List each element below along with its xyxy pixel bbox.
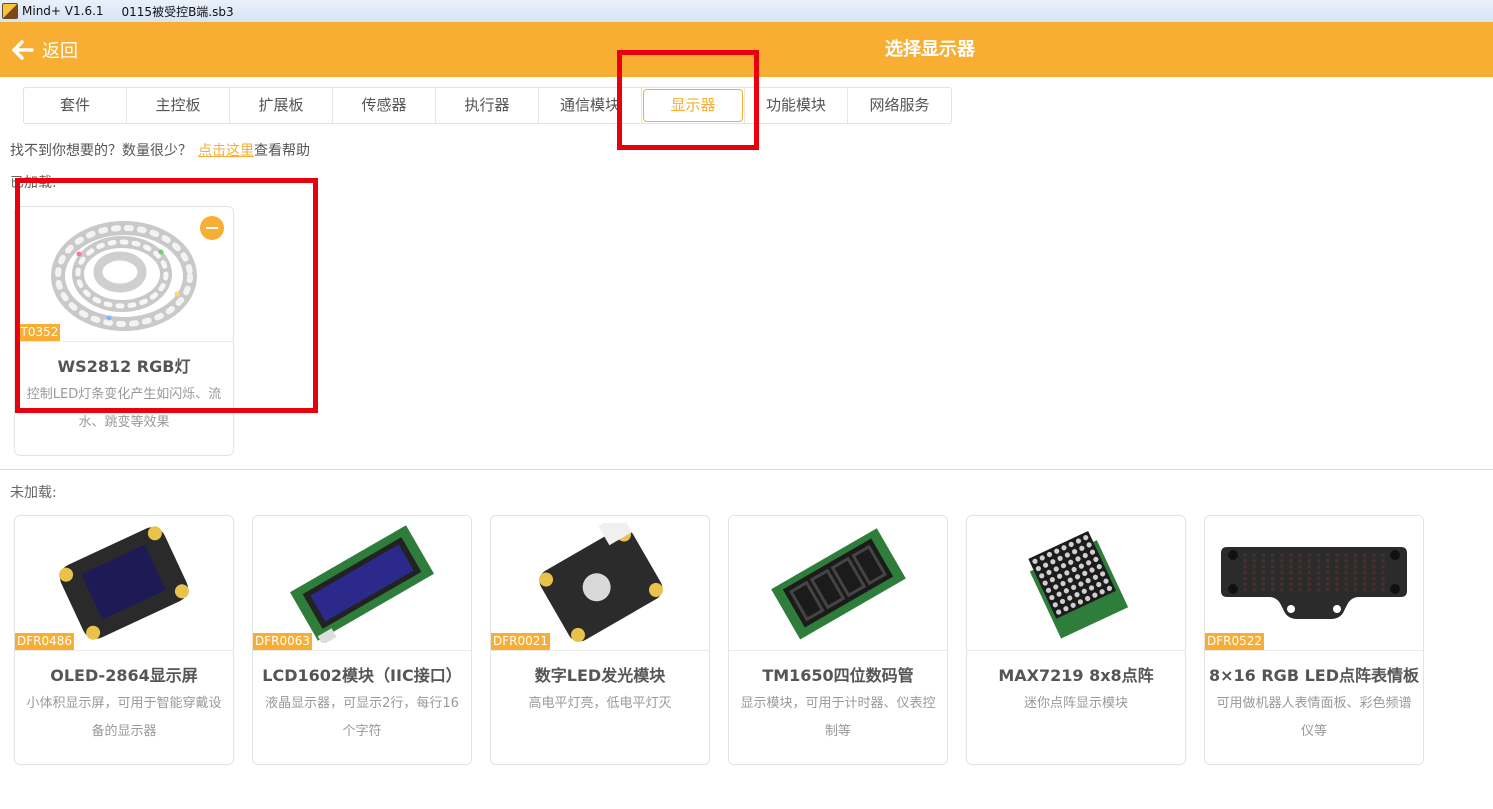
device-card-tm1650[interactable]: TM1650四位数码管 显示模块，可用于计时器、仪表控制等: [728, 515, 948, 765]
tab-sensor[interactable]: 传感器: [333, 88, 436, 123]
tab-network-service[interactable]: 网络服务: [848, 88, 951, 123]
page-title: 选择显示器: [885, 39, 975, 60]
product-image: [1205, 516, 1423, 650]
back-button[interactable]: 返回: [12, 22, 78, 77]
device-description: 迷你点阵显示模块: [1023, 696, 1128, 711]
rgb-panel-image: [1221, 547, 1407, 619]
device-card-digital-led[interactable]: DFR0021 数字LED发光模块 高电平灯亮，低电平灯灭: [490, 515, 710, 765]
help-link[interactable]: 点击这里: [198, 143, 254, 159]
sku-badge: DFR0063: [253, 633, 313, 650]
segment-display-image: [771, 528, 906, 640]
category-tabs: 套件 主控板 扩展板 传感器 执行器 通信模块 显示器 功能模块 网络服务: [23, 87, 952, 124]
tab-mainboard[interactable]: 主控板: [127, 88, 230, 123]
device-description: 显示模块，可用于计时器、仪表控制等: [740, 696, 936, 739]
device-description: 液晶显示器，可显示2行，每行16个字符: [265, 696, 459, 739]
product-image: [253, 516, 471, 650]
arrow-left-icon: [12, 39, 34, 60]
device-description: 小体积显示屏，可用于智能穿戴设备的显示器: [26, 696, 222, 739]
product-image: [729, 516, 947, 650]
tab-expansion-board[interactable]: 扩展板: [230, 88, 333, 123]
annotation-box-display-tab: [617, 50, 759, 150]
dot-matrix-image: [1028, 530, 1129, 639]
device-card-max7219[interactable]: MAX7219 8x8点阵 迷你点阵显示模块: [966, 515, 1186, 765]
oled-module-image: [59, 526, 189, 640]
product-image: [491, 516, 709, 650]
led-module-image: [539, 523, 663, 642]
sku-badge: DFR0522: [1205, 633, 1265, 650]
device-name: 数字LED发光模块: [534, 666, 666, 685]
product-image: [967, 516, 1185, 650]
sku-badge: DFR0486: [15, 633, 75, 650]
device-card-rgb-matrix[interactable]: DFR0522 8×16 RGB LED点阵表情板 可用做机器人表情面板、彩色频…: [1204, 515, 1424, 765]
tab-function-module[interactable]: 功能模块: [745, 88, 848, 123]
device-name: OLED-2864显示屏: [50, 666, 198, 685]
product-image: [15, 516, 233, 650]
tab-kit[interactable]: 套件: [24, 88, 127, 123]
device-name: TM1650四位数码管: [762, 666, 914, 685]
device-description: 可用做机器人表情面板、彩色频谱仪等: [1216, 696, 1412, 739]
lcd-module-image: [289, 525, 435, 643]
app-icon: [2, 3, 18, 19]
device-name: MAX7219 8x8点阵: [998, 666, 1154, 685]
device-name: 8×16 RGB LED点阵表情板: [1208, 666, 1419, 685]
back-label: 返回: [42, 40, 78, 62]
app-version: Mind+ V1.6.1: [22, 4, 104, 18]
device-card-oled[interactable]: DFR0486 OLED-2864显示屏 小体积显示屏，可用于智能穿戴设备的显示…: [14, 515, 234, 765]
annotation-box-loaded-card: [15, 178, 318, 413]
device-card-lcd1602[interactable]: DFR0063 LCD1602模块（IIC接口） 液晶显示器，可显示2行，每行1…: [252, 515, 472, 765]
device-name: LCD1602模块（IIC接口）: [262, 666, 462, 685]
device-description: 高电平灯亮，低电平灯灭: [528, 696, 672, 711]
file-name: 0115被受控B端.sb3: [121, 4, 234, 19]
window-titlebar: Mind+ V1.6.1 0115被受控B端.sb3: [0, 0, 1493, 22]
tab-actuator[interactable]: 执行器: [436, 88, 539, 123]
help-text: 找不到你想要的？数量很少？ 点击这里查看帮助: [10, 143, 310, 159]
not-loaded-label: 未加载:: [10, 485, 57, 501]
sku-badge: DFR0021: [491, 633, 551, 650]
section-divider: [0, 469, 1493, 470]
